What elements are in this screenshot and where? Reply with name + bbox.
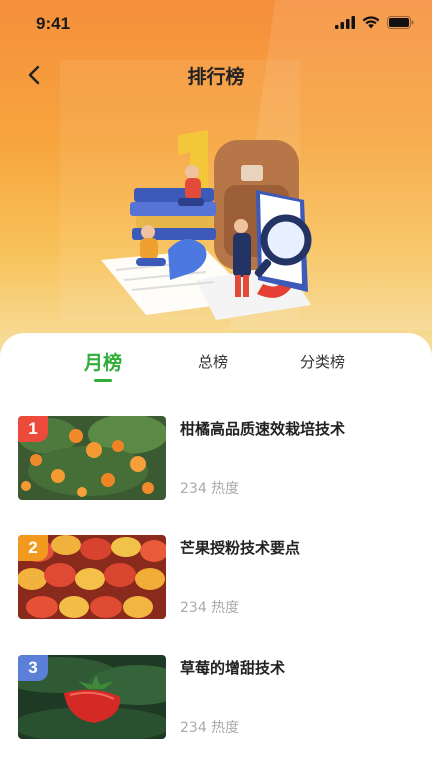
- item-heat: 234 热度: [180, 481, 240, 497]
- strawberry-thumbnail: 3: [18, 655, 166, 739]
- item-heat: 234 热度: [180, 720, 240, 736]
- tab-active-indicator: [94, 379, 112, 382]
- item-heat: 234 热度: [180, 600, 240, 616]
- tab-total[interactable]: 总榜: [198, 351, 228, 372]
- item-title: 柑橘高品质速效栽培技术: [180, 420, 346, 438]
- mango-thumbnail: 2: [18, 535, 166, 619]
- tab-category[interactable]: 分类榜: [300, 351, 345, 372]
- rank-badge: 2: [18, 535, 48, 561]
- list-item[interactable]: 3 草莓的增甜技术 234 热度: [18, 655, 418, 739]
- list-item[interactable]: 1 柑橘高品质速效栽培技术 234 热度: [18, 416, 418, 500]
- rank-badge: 1: [18, 416, 48, 442]
- ranking-illustration: [101, 130, 312, 320]
- tab-bar: 月榜 总榜 分类榜: [0, 333, 432, 393]
- page-title: 排行榜: [187, 66, 245, 88]
- status-time: 9:41: [36, 14, 71, 33]
- item-title: 芒果授粉技术要点: [180, 539, 301, 557]
- item-title: 草莓的增甜技术: [180, 659, 286, 677]
- status-bar: 9:41: [0, 0, 432, 50]
- signal-icon: [335, 16, 355, 29]
- orange-tree-thumbnail: 1: [18, 416, 166, 500]
- nav-bar: 排行榜: [0, 56, 432, 96]
- battery-icon: [387, 16, 414, 29]
- list-item[interactable]: 2 芒果授粉技术要点 234 热度: [18, 535, 418, 619]
- wifi-icon: [362, 16, 380, 29]
- ranking-screen: 9:41 排行榜 月榜 总榜 分类榜 1 柑橘高品质速效栽培技术 234 热度 …: [0, 0, 432, 768]
- rank-badge: 3: [18, 655, 48, 681]
- tab-monthly[interactable]: 月榜: [84, 348, 122, 375]
- ranking-card: 月榜 总榜 分类榜 1 柑橘高品质速效栽培技术 234 热度 2 芒果授粉技术要…: [0, 333, 432, 768]
